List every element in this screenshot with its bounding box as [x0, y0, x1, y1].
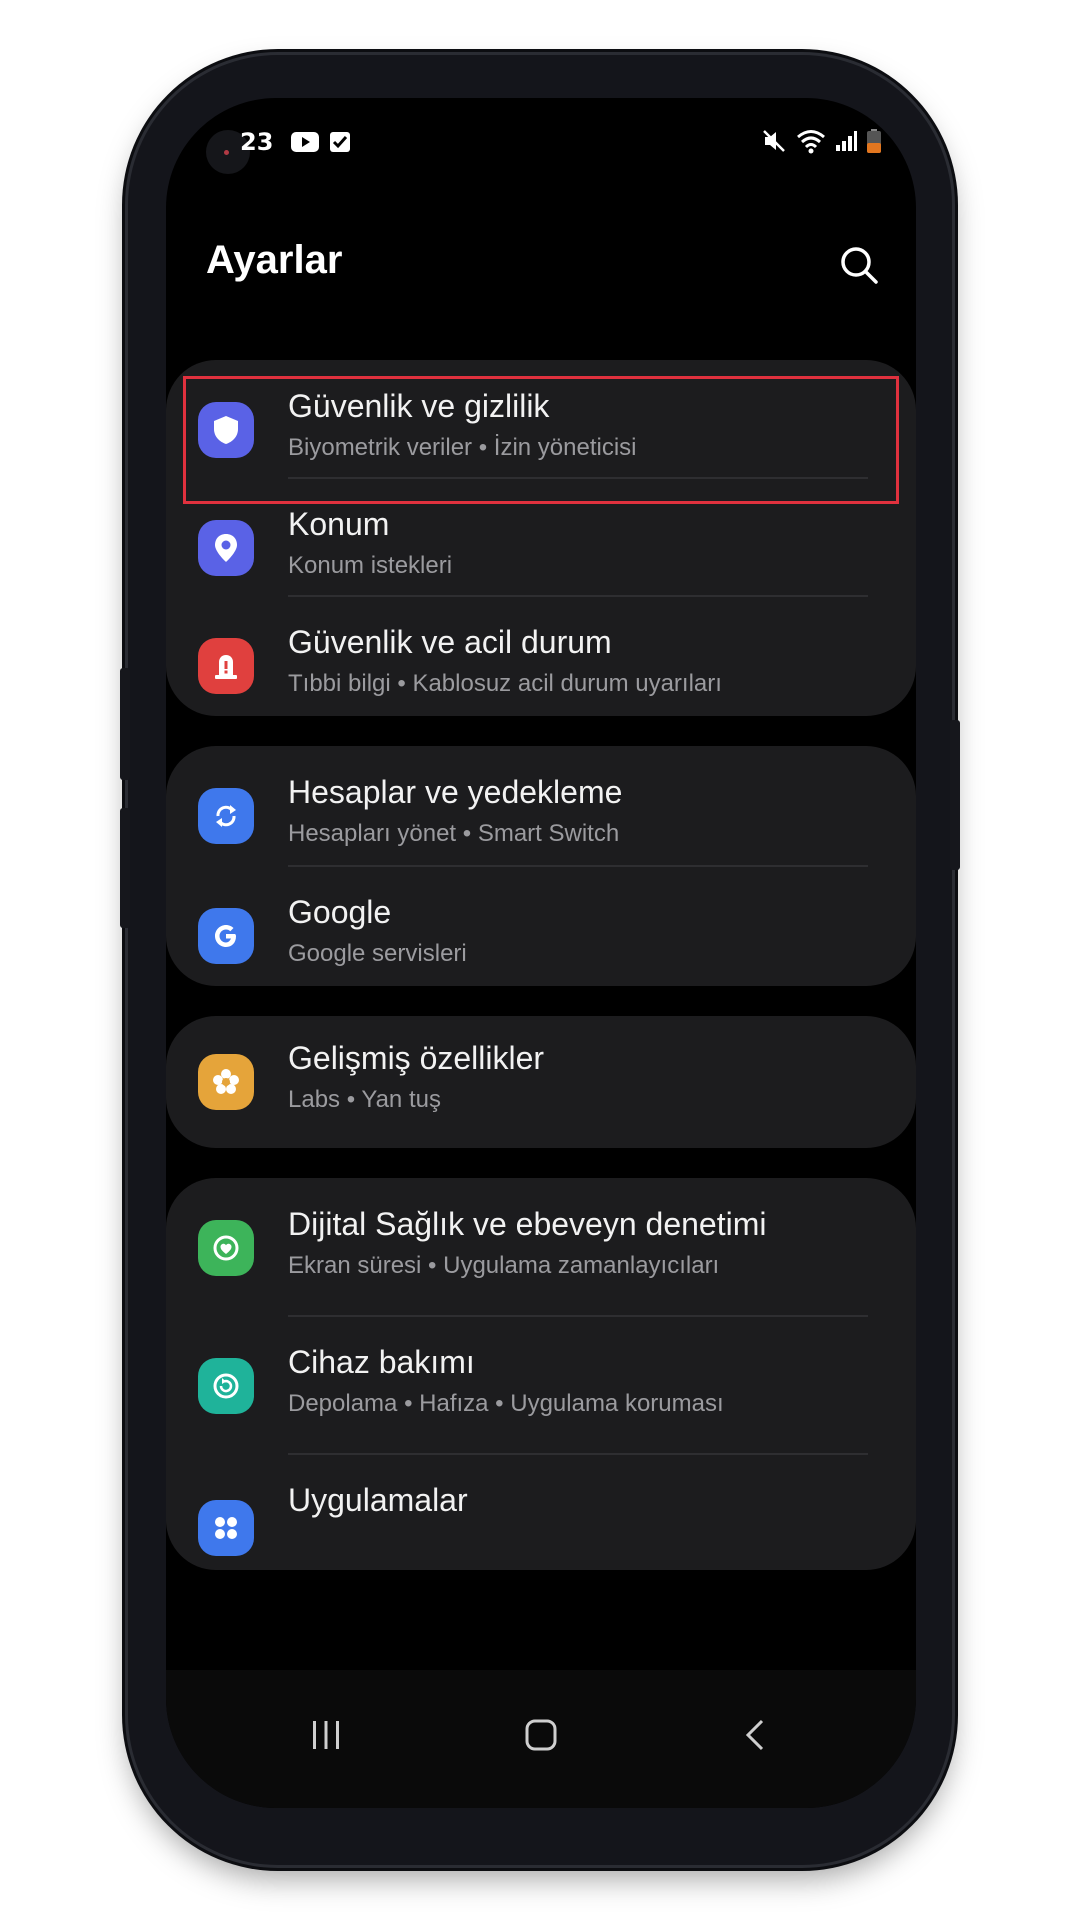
page-title: Ayarlar [206, 238, 343, 282]
settings-item-subtitle: Depolama • Hafıza • Uygulama koruması [288, 1390, 724, 1417]
digital-wellbeing-icon [198, 1220, 254, 1276]
settings-item-title: Hesaplar ve yedekleme [288, 774, 623, 810]
settings-item-subtitle: Konum istekleri [288, 552, 453, 579]
back-icon [745, 1719, 764, 1751]
settings-item-subtitle: Labs • Yan tuş [288, 1086, 441, 1113]
settings-item-title: Güvenlik ve acil durum [288, 624, 612, 660]
settings-group-device: Dijital Sağlık ve ebeveyn denetimi Ekran… [166, 1178, 916, 1570]
settings-item-title: Gelişmiş özellikler [288, 1040, 545, 1076]
sync-icon [198, 788, 254, 844]
emergency-icon [198, 638, 254, 694]
home-icon [525, 1719, 557, 1751]
gear-flower-icon [198, 1054, 254, 1110]
wifi-icon [797, 130, 825, 154]
settings-item-subtitle: Hesapları yönet • Smart Switch [288, 820, 620, 847]
settings-item-digital-wellbeing[interactable]: Dijital Sağlık ve ebeveyn denetimi Ekran… [166, 1178, 916, 1318]
search-icon [841, 247, 878, 284]
settings-item-device-care[interactable]: Cihaz bakımı Depolama • Hafıza • Uygulam… [166, 1316, 916, 1456]
youtube-icon [291, 132, 319, 152]
home-button[interactable] [501, 1700, 581, 1770]
settings-group-advanced: Gelişmiş özellikler Labs • Yan tuş [166, 1016, 916, 1148]
apps-icon [198, 1500, 254, 1556]
status-icons [762, 128, 882, 154]
volume-up-button [120, 668, 130, 780]
battery-icon [867, 129, 881, 153]
settings-item-apps[interactable]: Uygulamalar [166, 1454, 916, 1594]
recent-apps-icon [313, 1721, 339, 1749]
settings-item-title: Konum [288, 506, 390, 542]
settings-item-subtitle: Tıbbi bilgi • Kablosuz acil durum uyarıl… [288, 670, 722, 697]
settings-item-title: Uygulamalar [288, 1482, 468, 1518]
search-button[interactable] [836, 242, 882, 288]
notification-icons [290, 130, 352, 154]
navigation-bar [166, 1670, 916, 1808]
mute-icon [763, 130, 785, 152]
settings-item-safety-emergency[interactable]: Güvenlik ve acil durum Tıbbi bilgi • Kab… [166, 596, 916, 736]
volume-down-button [120, 808, 130, 928]
checkbox-icon [330, 132, 350, 152]
back-button[interactable] [716, 1700, 796, 1770]
signal-icon [836, 131, 857, 151]
settings-item-title: Google [288, 894, 392, 930]
recent-apps-button[interactable] [286, 1700, 366, 1770]
status-time: 23 [240, 128, 274, 156]
settings-item-subtitle: Google servisleri [288, 940, 467, 967]
settings-item-title: Dijital Sağlık ve ebeveyn denetimi [288, 1206, 767, 1242]
phone-screen: 23 Ayarlar Güvenlik ve gizlilik Biyometr… [166, 98, 916, 1808]
device-care-icon [198, 1358, 254, 1414]
power-button [950, 720, 960, 870]
settings-group-security: Güvenlik ve gizlilik Biyometrik veriler … [166, 360, 916, 716]
settings-item-subtitle: Ekran süresi • Uygulama zamanlayıcıları [288, 1252, 720, 1279]
settings-item-google[interactable]: Google Google servisleri [166, 866, 916, 1006]
settings-item-advanced-features[interactable]: Gelişmiş özellikler Labs • Yan tuş [166, 1012, 916, 1152]
location-pin-icon [198, 520, 254, 576]
google-icon [198, 908, 254, 964]
settings-item-title: Cihaz bakımı [288, 1344, 475, 1380]
settings-group-accounts: Hesaplar ve yedekleme Hesapları yönet • … [166, 746, 916, 986]
